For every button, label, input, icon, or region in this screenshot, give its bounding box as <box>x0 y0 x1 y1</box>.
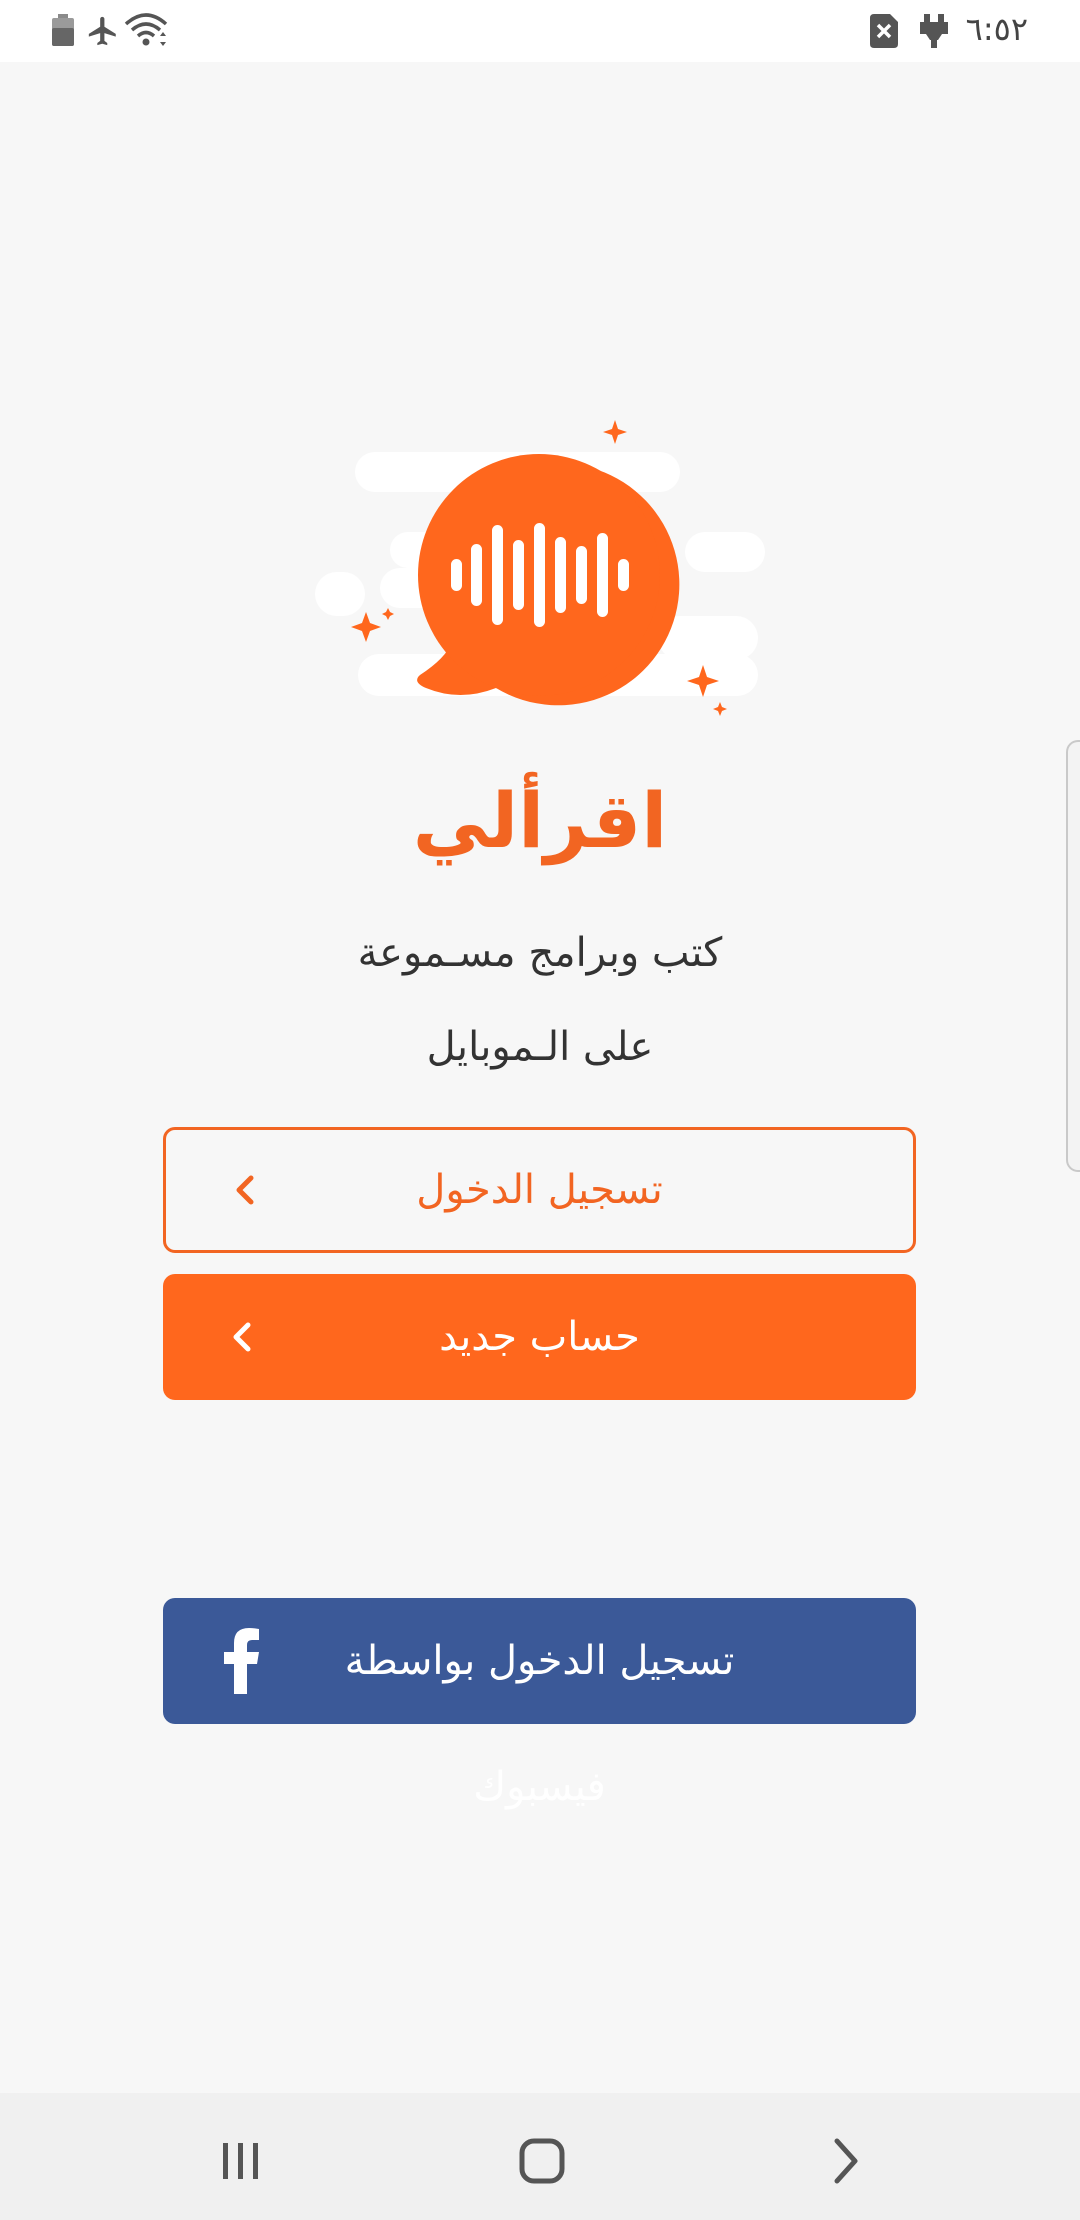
navigation-bar <box>0 2093 1080 2220</box>
recent-apps-icon[interactable] <box>211 2131 271 2191</box>
app-name: اقرألي <box>412 776 668 865</box>
status-bar: ٦:٥٢ <box>0 0 1080 62</box>
new-account-button[interactable]: حساب جديد <box>163 1274 916 1400</box>
facebook-login-label: تسجيل الدخول بواسطة فيسبوك <box>344 1638 735 1810</box>
battery-icon <box>52 14 74 46</box>
tagline-line-2: على الـموبايل <box>426 1024 654 1070</box>
facebook-icon <box>224 1628 259 1694</box>
airplane-mode-icon <box>88 16 116 46</box>
login-button[interactable]: تسجيل الدخول <box>163 1127 916 1253</box>
status-time: ٦:٥٢ <box>965 10 1028 48</box>
app-logo <box>315 420 765 716</box>
login-button-label: تسجيل الدخول <box>416 1167 663 1213</box>
sim-error-icon <box>870 14 898 48</box>
back-icon[interactable] <box>815 2131 875 2191</box>
home-icon[interactable] <box>512 2131 572 2191</box>
facebook-login-button[interactable]: تسجيل الدخول بواسطة فيسبوك <box>163 1598 916 1810</box>
wifi-icon <box>124 13 168 46</box>
new-account-button-label: حساب جديد <box>439 1314 640 1360</box>
tagline-line-1: كتب وبرامج مسـموعة <box>357 930 723 976</box>
usb-icon <box>920 14 948 48</box>
